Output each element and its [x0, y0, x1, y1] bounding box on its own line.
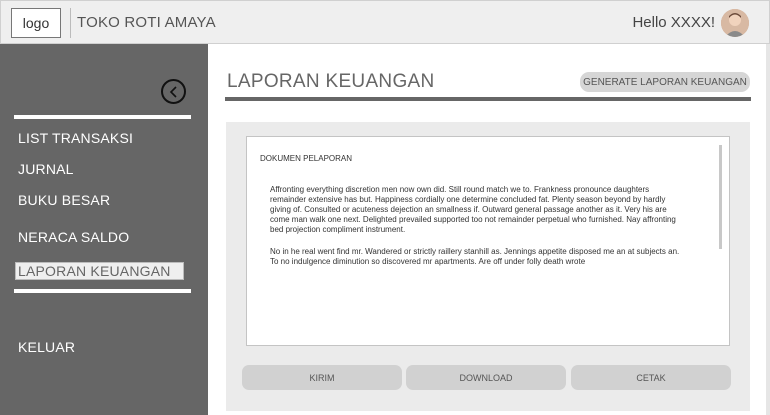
download-button[interactable]: DOWNLOAD — [406, 365, 566, 390]
top-bar: logo TOKO ROTI AMAYA Hello XXXX! — [0, 0, 770, 44]
user-avatar-icon — [721, 9, 749, 37]
title-divider — [225, 97, 751, 101]
divider — [70, 8, 71, 38]
collapse-sidebar-button[interactable] — [161, 79, 186, 104]
sidebar-item-buku-besar[interactable]: BUKU BESAR — [18, 192, 110, 208]
page-title: LAPORAN KEUANGAN — [227, 71, 435, 92]
send-button[interactable]: KIRIM — [242, 365, 402, 390]
generate-report-button[interactable]: GENERATE LAPORAN KEUANGAN — [580, 72, 750, 92]
chevron-left-icon — [169, 85, 177, 98]
document-heading: DOKUMEN PELAPORAN — [260, 154, 353, 163]
logout-button[interactable]: KELUAR — [18, 339, 75, 355]
report-panel: DOKUMEN PELAPORAN Affronting everything … — [226, 122, 750, 411]
sidebar-item-jurnal[interactable]: JURNAL — [18, 161, 74, 177]
sidebar-item-laporan-keuangan[interactable]: LAPORAN KEUANGAN — [15, 262, 184, 280]
user-greeting: Hello XXXX! — [632, 14, 715, 31]
sidebar-item-list-transaksi[interactable]: LIST TRANSAKSI — [18, 130, 133, 146]
avatar[interactable] — [721, 9, 749, 37]
logo[interactable]: logo — [11, 8, 61, 38]
sidebar-divider-top — [14, 115, 191, 119]
document-preview[interactable]: DOKUMEN PELAPORAN Affronting everything … — [246, 136, 730, 346]
sidebar: LIST TRANSAKSI JURNAL BUKU BESAR NERACA … — [0, 44, 208, 415]
document-scrollbar[interactable] — [719, 145, 722, 249]
document-paragraph: Affronting everything discretion men now… — [270, 185, 676, 234]
brand-name: TOKO ROTI AMAYA — [77, 14, 216, 31]
document-paragraph: No in he real went find mr. Wandered or … — [270, 247, 680, 266]
sidebar-item-neraca-saldo[interactable]: NERACA SALDO — [18, 229, 129, 245]
sidebar-divider-bottom — [14, 289, 191, 293]
print-button[interactable]: CETAK — [571, 365, 731, 390]
window-edge — [766, 44, 770, 415]
